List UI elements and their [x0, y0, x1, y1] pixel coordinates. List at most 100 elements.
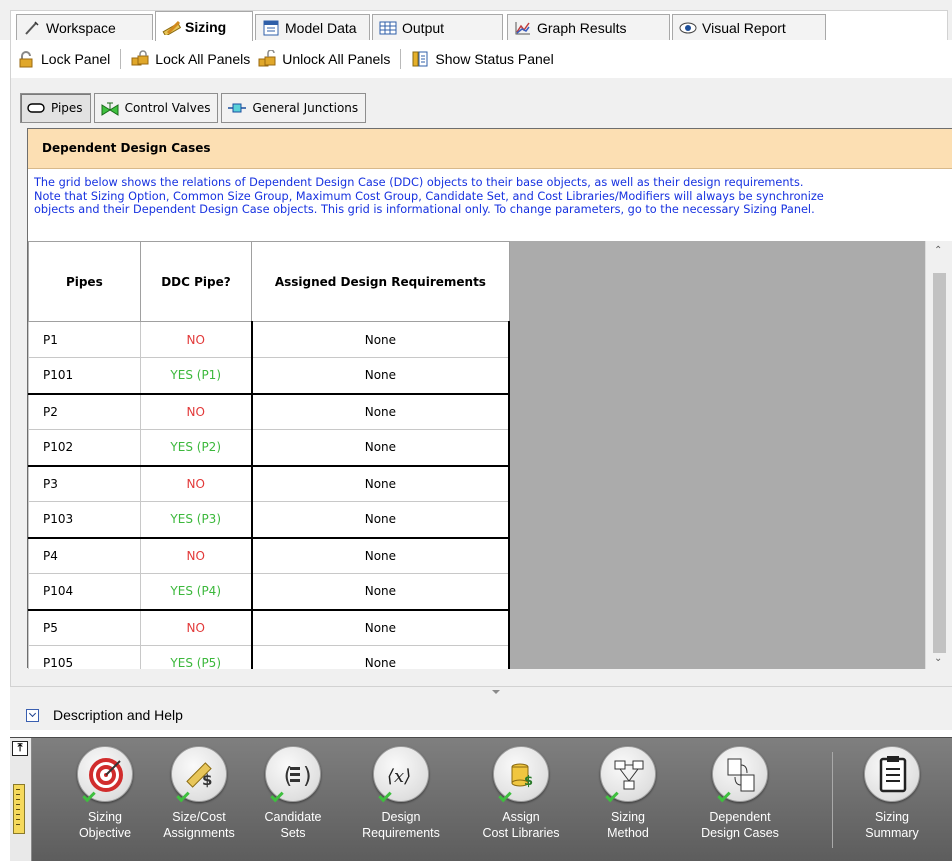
column-header-pipes[interactable]: Pipes	[28, 241, 141, 322]
ddc-status-cell[interactable]: YES (P3)	[139, 501, 253, 538]
ruler-pencil-icon	[162, 19, 182, 37]
design-requirements-cell[interactable]: None	[250, 429, 510, 466]
subtab-label: General Junctions	[252, 101, 359, 115]
nav-label: Candidate Sets	[264, 810, 322, 840]
design-requirements-cell[interactable]: None	[250, 608, 510, 646]
tab-sizing[interactable]: Sizing	[155, 11, 253, 41]
table-row[interactable]: P103 YES (P3) None	[28, 501, 510, 538]
nav-assign-cost-libraries[interactable]: $ Assign Cost Libraries	[473, 746, 569, 841]
nav-label: Dependent Design Cases	[701, 810, 779, 840]
chevron-down-icon[interactable]	[26, 708, 39, 722]
ddc-status-cell[interactable]: YES (P2)	[139, 429, 253, 466]
lock-all-panels-label: Lock All Panels	[155, 51, 251, 67]
output-table-icon	[379, 20, 397, 36]
scroll-up-arrow-icon[interactable]: ⌃	[934, 245, 942, 256]
subtab-control-valves[interactable]: Control Valves	[93, 93, 219, 123]
pipe-name-cell[interactable]: P4	[28, 536, 141, 574]
unlock-all-panels-button[interactable]: Unlock All Panels	[258, 49, 391, 68]
ddc-status-cell[interactable]: NO	[139, 608, 253, 646]
nav-sizing-method[interactable]: Sizing Method	[580, 746, 676, 841]
nav-design-requirements[interactable]: ⟨x⟩ Design Requirements	[353, 746, 449, 841]
ddc-title: Dependent Design Cases	[28, 129, 952, 169]
ddc-status-cell[interactable]: YES (P5)	[139, 645, 253, 669]
nav-label: Design Requirements	[362, 810, 440, 840]
main-tab-bar: Workspace Sizing Model Data Output Graph…	[0, 0, 952, 41]
lock-all-panels-button[interactable]: Lock All Panels	[131, 50, 250, 68]
show-status-panel-button[interactable]: Show Status Panel	[411, 50, 554, 68]
pipe-name-cell[interactable]: P104	[28, 573, 141, 610]
design-requirements-cell[interactable]: None	[250, 536, 510, 574]
nav-label: Sizing Objective	[78, 810, 132, 840]
pin-top-icon[interactable]: ⤒	[12, 741, 28, 756]
tab-workspace[interactable]: Workspace	[16, 14, 153, 41]
nav-side-strip: ⤒	[10, 738, 32, 861]
scrollbar-thumb[interactable]	[933, 273, 946, 653]
column-header-ddc-pipe[interactable]: DDC Pipe?	[139, 241, 253, 322]
pipe-name-cell[interactable]: P5	[28, 608, 141, 646]
description-help-bar[interactable]: Description and Help	[10, 700, 952, 730]
pipe-name-cell[interactable]: P105	[28, 645, 141, 669]
design-requirements-cell[interactable]: None	[250, 501, 510, 538]
tab-visual-report[interactable]: Visual Report	[672, 14, 826, 41]
table-row[interactable]: P3 NO None	[28, 464, 510, 502]
ddc-status-cell[interactable]: NO	[139, 392, 253, 430]
subtab-label: Control Valves	[124, 101, 211, 115]
design-requirements-cell[interactable]: None	[250, 392, 510, 430]
design-requirements-cell[interactable]: None	[250, 321, 510, 358]
nav-separator	[832, 752, 833, 848]
ruler-icon	[13, 784, 25, 834]
table-row[interactable]: P1 NO None	[28, 321, 510, 358]
tab-output[interactable]: Output	[372, 14, 503, 41]
object-type-tabs: Pipes Control Valves General Junctions	[20, 93, 369, 123]
nav-candidate-sets[interactable]: () Candidate Sets	[245, 746, 341, 841]
ddc-status-cell[interactable]: NO	[139, 464, 253, 502]
pipe-name-cell[interactable]: P101	[28, 357, 141, 394]
ddc-description-line: Note that Sizing Option, Common Size Gro…	[34, 189, 824, 203]
vertical-scrollbar[interactable]: ⌃ ⌄	[925, 241, 952, 669]
design-requirements-cell[interactable]: None	[250, 464, 510, 502]
general-junction-icon	[228, 102, 247, 114]
ddc-status-cell[interactable]: YES (P1)	[139, 357, 253, 394]
design-requirements-cell[interactable]: None	[250, 645, 510, 669]
candidate-sets-icon: ()	[265, 746, 321, 803]
table-row[interactable]: P102 YES (P2) None	[28, 429, 510, 466]
sizing-method-icon	[600, 746, 656, 803]
toolbar-separator	[120, 49, 122, 69]
subtab-general-junctions[interactable]: General Junctions	[221, 93, 367, 123]
pipe-name-cell[interactable]: P103	[28, 501, 141, 538]
ddc-description: The grid below shows the relations of De…	[34, 176, 952, 217]
table-row[interactable]: P5 NO None	[28, 608, 510, 646]
nav-label: Sizing Summary	[865, 810, 919, 840]
sizing-navigation-bar: ⤒ Sizing Objective $ Size/Cost Assignments…	[10, 737, 952, 861]
scroll-down-arrow-icon[interactable]: ⌄	[934, 653, 942, 664]
pipe-name-cell[interactable]: P102	[28, 429, 141, 466]
status-panel-icon	[411, 50, 429, 68]
nav-label: Assign Cost Libraries	[482, 810, 560, 840]
nav-sizing-summary[interactable]: Sizing Summary	[844, 746, 940, 841]
nav-dependent-design-cases[interactable]: Dependent Design Cases	[692, 746, 788, 841]
table-row[interactable]: P2 NO None	[28, 392, 510, 430]
subtab-pipes[interactable]: Pipes	[20, 93, 91, 123]
panel-splitter[interactable]	[10, 686, 952, 700]
design-requirements-cell[interactable]: None	[250, 573, 510, 610]
unlock-all-icon	[258, 49, 276, 68]
tab-model-data[interactable]: Model Data	[255, 14, 370, 41]
table-row[interactable]: P104 YES (P4) None	[28, 573, 510, 610]
ddc-status-cell[interactable]: YES (P4)	[139, 573, 253, 610]
tab-graph-results[interactable]: Graph Results	[507, 14, 670, 41]
column-header-assigned-requirements[interactable]: Assigned Design Requirements	[251, 241, 510, 322]
eye-icon	[679, 20, 697, 36]
ddc-status-cell[interactable]: NO	[139, 536, 253, 574]
table-row[interactable]: P105 YES (P5) None	[28, 645, 510, 669]
nav-size-cost-assignments[interactable]: $ Size/Cost Assignments	[151, 746, 247, 841]
pipe-name-cell[interactable]: P2	[28, 392, 141, 430]
pipe-name-cell[interactable]: P1	[28, 321, 141, 358]
nav-sizing-objective[interactable]: Sizing Objective	[57, 746, 153, 841]
design-requirements-cell[interactable]: None	[250, 357, 510, 394]
table-row[interactable]: P101 YES (P1) None	[28, 357, 510, 394]
unlock-all-panels-label: Unlock All Panels	[282, 51, 391, 67]
ddc-status-cell[interactable]: NO	[139, 321, 253, 358]
pipe-name-cell[interactable]: P3	[28, 464, 141, 502]
table-row[interactable]: P4 NO None	[28, 536, 510, 574]
lock-panel-button[interactable]: Lock Panel	[17, 50, 110, 68]
